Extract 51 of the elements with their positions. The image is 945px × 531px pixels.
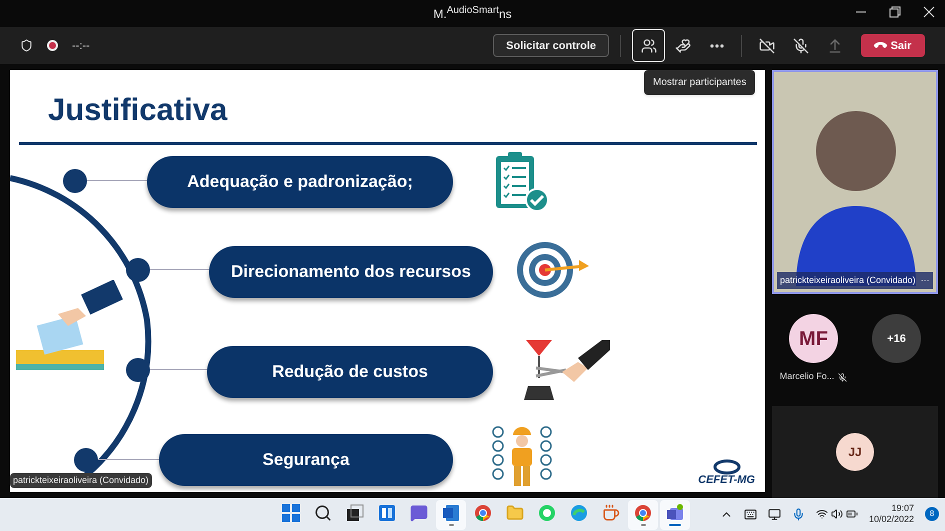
- monitor-icon[interactable]: [768, 508, 781, 521]
- logo-text: CEFET-MG: [698, 475, 755, 486]
- camera-off-icon: [758, 38, 774, 54]
- mic-icon[interactable]: [792, 508, 805, 521]
- slide-title: Justificativa: [48, 91, 228, 130]
- browser-icon: [474, 504, 492, 522]
- more-icon: [710, 44, 724, 48]
- toolbar-button[interactable]: [632, 29, 665, 62]
- topic-pill: Adequação e padronização;: [147, 156, 453, 208]
- chat-bubble-icon: [410, 504, 428, 522]
- windows-logo-icon: [282, 504, 300, 522]
- search-icon: [314, 504, 332, 522]
- wave-browser-icon: [570, 504, 588, 522]
- construction-worker-drawing: [492, 426, 552, 488]
- people-icon: [640, 38, 656, 54]
- taskbar-app[interactable]: [436, 500, 466, 530]
- document-app-icon: [442, 504, 460, 522]
- hand-icon: [674, 38, 690, 54]
- taskbar-app[interactable]: [660, 500, 690, 530]
- participant-name: Marcelio Fo...: [780, 370, 834, 384]
- shield-icon: [20, 39, 33, 52]
- topic-pill: Direcionamento dos recursos: [209, 246, 493, 298]
- teams-app-icon: [666, 504, 684, 522]
- restore-icon[interactable]: [889, 6, 901, 18]
- tooltip: Mostrar participantes: [644, 70, 756, 95]
- clock-date[interactable]: 10/02/2022: [868, 514, 914, 526]
- topic-pill: Redução de custos: [207, 346, 493, 398]
- coffee-cup-icon: [602, 504, 620, 522]
- task-view-icon: [346, 504, 364, 522]
- target-icon: [515, 240, 591, 300]
- presenter-label: patrickteixeiraoliveira (Convidado): [10, 472, 152, 488]
- notification-badge[interactable]: 8: [925, 507, 939, 522]
- window-title: ns: [498, 6, 512, 23]
- share-icon: [826, 38, 842, 54]
- window-title: M.: [433, 6, 447, 23]
- folder-icon: [506, 504, 524, 522]
- participant-name: patrickteixeiraoliveira (Convidado): [780, 274, 916, 287]
- clock-time[interactable]: 19:07: [891, 503, 914, 514]
- close-icon[interactable]: [923, 6, 935, 18]
- keyboard-icon[interactable]: [744, 508, 757, 521]
- battery-icon[interactable]: [846, 508, 858, 520]
- widgets-icon: [378, 504, 396, 522]
- topic-pill: Segurança: [159, 434, 453, 486]
- leave-button[interactable]: Sair: [861, 34, 925, 58]
- more-options[interactable]: ···: [920, 274, 930, 288]
- browser-icon: [634, 504, 652, 522]
- mic-off-icon: [792, 38, 808, 54]
- speaker-icon[interactable]: [830, 508, 843, 520]
- meeting-timer: --:--: [72, 38, 90, 54]
- logo-swirl-icon: [712, 459, 741, 476]
- request-control-button[interactable]: Solicitar controle: [493, 34, 609, 58]
